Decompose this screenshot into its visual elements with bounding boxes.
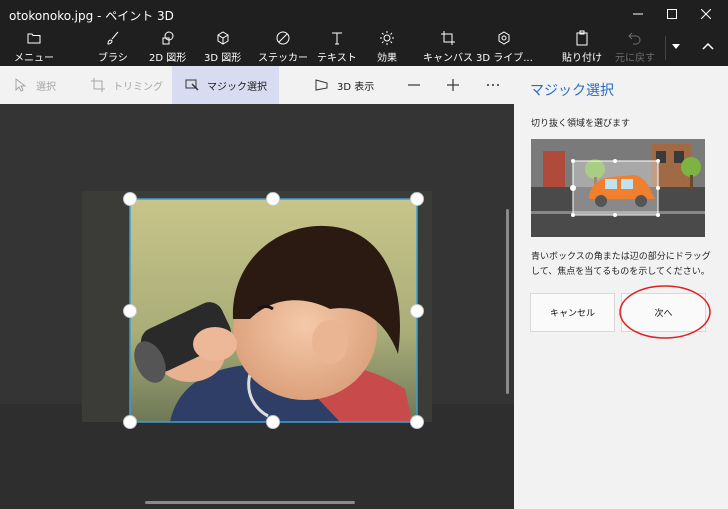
close-button[interactable] xyxy=(689,0,723,28)
clipboard-icon xyxy=(576,30,588,46)
view-3d-button[interactable]: 3D 表示 xyxy=(315,66,374,104)
folder-icon xyxy=(27,33,41,44)
vertical-scrollbar[interactable] xyxy=(506,209,509,394)
handle-right[interactable] xyxy=(410,304,424,318)
crop-tool[interactable]: トリミング xyxy=(91,66,163,104)
plus-icon xyxy=(447,79,459,91)
sub-toolbar: 選択 トリミング マジック選択 3D 表示 xyxy=(0,66,514,105)
select-cursor-icon xyxy=(15,78,27,92)
stickers-label: ステッカー xyxy=(258,53,308,64)
handle-top-left[interactable] xyxy=(123,192,137,206)
close-icon xyxy=(701,9,711,19)
text-button[interactable]: テキスト xyxy=(317,30,357,64)
view-3d-label: 3D 表示 xyxy=(337,81,375,93)
magic-select-panel: マジック選択 切り抜く領域を選びます 青いボックスの角または辺の部分にドラッグし… xyxy=(514,66,728,509)
magic-select-icon xyxy=(185,79,199,91)
menu-button[interactable]: メニュー xyxy=(14,30,54,64)
library3d-label: 3D ライブ... xyxy=(476,53,533,64)
image-canvas xyxy=(0,104,514,509)
undo-button[interactable]: 元に戻す xyxy=(615,30,655,64)
crop-label: トリミング xyxy=(113,81,163,93)
shapes-2d-icon xyxy=(162,31,174,45)
panel-title: マジック選択 xyxy=(530,83,614,99)
collapse-toolbar-button[interactable] xyxy=(693,32,723,60)
handle-top-right[interactable] xyxy=(410,192,424,206)
ellipsis-icon xyxy=(487,84,499,86)
title-bar: otokonoko.jpg - ペイント 3D xyxy=(0,0,728,28)
paste-button[interactable]: 貼り付け xyxy=(562,30,602,64)
main-toolbar: メニュー ブラシ 2D 図形 3D 図形 ステッカー テキスト 効果 キャンバス… xyxy=(0,28,728,66)
panel-subtitle: 切り抜く領域を選びます xyxy=(531,119,631,129)
cancel-button[interactable]: キャンセル xyxy=(530,293,615,332)
canvas-icon xyxy=(441,31,455,45)
library-3d-icon xyxy=(498,31,510,45)
effects-button[interactable]: 効果 xyxy=(377,30,397,64)
brush-button[interactable]: ブラシ xyxy=(98,30,128,64)
text-label: テキスト xyxy=(317,53,357,64)
panel-description: 青いボックスの角または辺の部分にドラッグして、焦点を当てるものを示してください。 xyxy=(531,252,711,277)
zoom-in-button[interactable] xyxy=(446,66,468,104)
chevron-down-icon xyxy=(672,43,680,49)
paste-label: 貼り付け xyxy=(562,53,602,64)
library3d-button[interactable]: 3D ライブ... xyxy=(476,30,533,64)
more-options-button[interactable] xyxy=(486,66,508,104)
shapes3d-button[interactable]: 3D 図形 xyxy=(204,30,241,64)
chevron-up-icon xyxy=(702,42,714,50)
shapes2d-button[interactable]: 2D 図形 xyxy=(149,30,186,64)
maximize-icon xyxy=(667,9,677,19)
view-3d-icon xyxy=(315,79,328,91)
canvas-area[interactable] xyxy=(0,104,514,509)
menu-label: メニュー xyxy=(14,53,54,64)
handle-bottom[interactable] xyxy=(266,415,280,429)
history-dropdown-button[interactable] xyxy=(666,32,686,60)
zoom-out-button[interactable] xyxy=(407,66,429,104)
undo-icon xyxy=(628,32,641,45)
brush-icon xyxy=(107,31,119,45)
handle-bottom-left[interactable] xyxy=(123,415,137,429)
shapes3d-label: 3D 図形 xyxy=(204,53,242,64)
crop-icon xyxy=(91,78,105,92)
magic-select-label: マジック選択 xyxy=(207,81,267,93)
handle-left[interactable] xyxy=(123,304,137,318)
minus-icon xyxy=(408,84,420,86)
select-tool[interactable]: 選択 xyxy=(14,66,56,104)
window-title: otokonoko.jpg - ペイント 3D xyxy=(9,9,174,23)
minimize-button[interactable] xyxy=(621,0,655,28)
sun-icon xyxy=(380,31,394,45)
magic-select-tool[interactable]: マジック選択 xyxy=(172,66,279,104)
text-icon xyxy=(331,32,342,45)
canvas-label: キャンバス xyxy=(423,53,473,64)
effects-label: 効果 xyxy=(377,53,397,64)
handle-bottom-right[interactable] xyxy=(410,415,424,429)
stickers-button[interactable]: ステッカー xyxy=(258,30,308,64)
highlight-circle xyxy=(619,285,711,339)
maximize-button[interactable] xyxy=(655,0,689,28)
horizontal-scrollbar[interactable] xyxy=(145,501,355,504)
undo-label: 元に戻す xyxy=(615,53,655,64)
handle-top[interactable] xyxy=(266,192,280,206)
sticker-icon xyxy=(276,31,290,45)
magic-select-illustration xyxy=(531,139,705,237)
cube-icon xyxy=(217,31,229,45)
brush-label: ブラシ xyxy=(98,53,128,64)
minimize-icon xyxy=(633,13,643,15)
shapes2d-label: 2D 図形 xyxy=(149,53,187,64)
select-label: 選択 xyxy=(36,81,56,93)
canvas-button[interactable]: キャンバス xyxy=(423,30,473,64)
